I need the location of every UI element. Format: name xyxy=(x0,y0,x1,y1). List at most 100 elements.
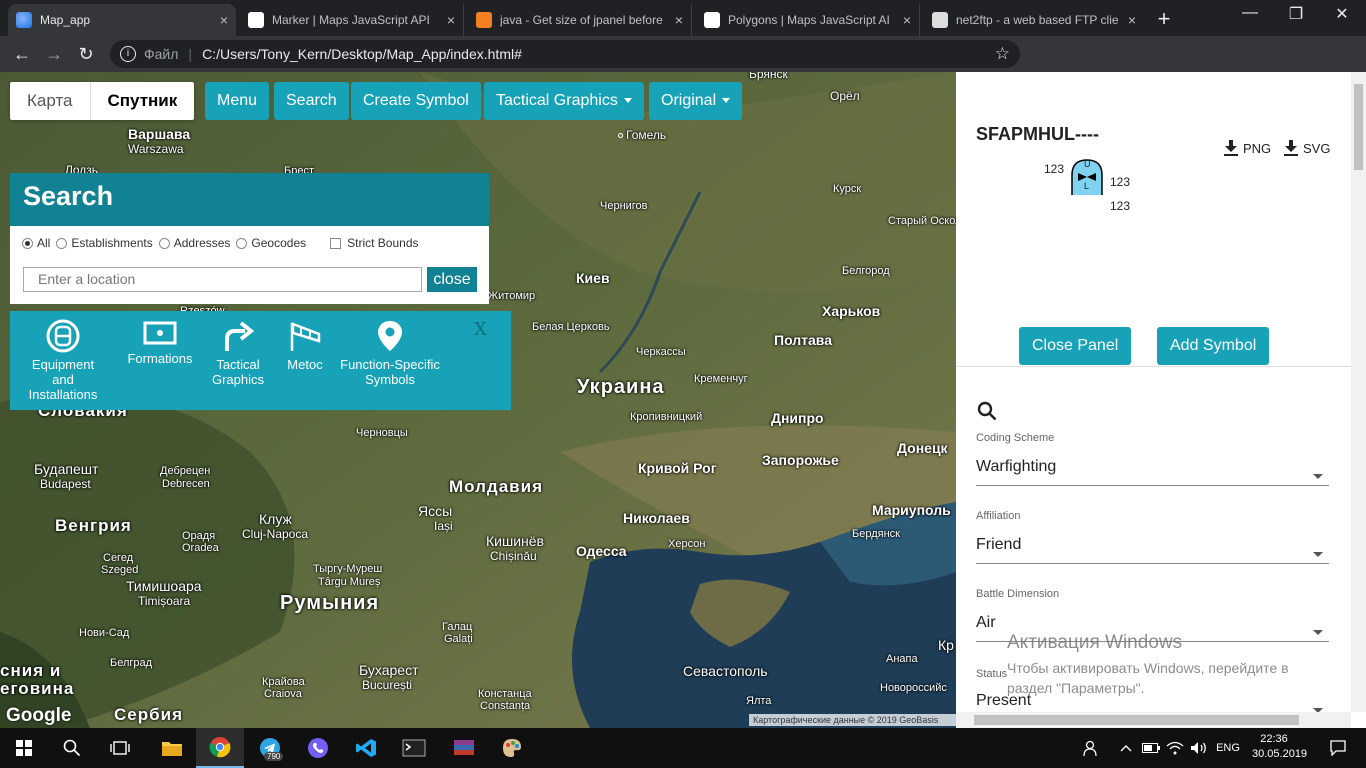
info-icon[interactable]: i xyxy=(120,46,136,62)
symbol-modifier-right: 123 xyxy=(1110,175,1131,189)
minimize-icon[interactable]: — xyxy=(1230,4,1270,22)
viber-icon[interactable] xyxy=(294,728,342,768)
place-label: Запорожье xyxy=(762,452,839,468)
tab-polygons[interactable]: Polygons | Maps JavaScript AI × xyxy=(696,4,920,36)
google-logo: Google xyxy=(6,705,72,726)
tab-marker[interactable]: Marker | Maps JavaScript API × xyxy=(240,4,464,36)
scrollbar-thumb[interactable] xyxy=(974,715,1299,725)
checkbox-icon[interactable] xyxy=(330,237,342,249)
map-type-roadmap-button[interactable]: Карта xyxy=(10,82,90,120)
tab-net2ftp[interactable]: net2ftp - a web based FTP clie × xyxy=(924,4,1144,36)
place-label: Galați xyxy=(444,633,473,645)
menu-item-tactical-graphics[interactable]: Tactical Graphics xyxy=(206,319,270,387)
vertical-scrollbar[interactable] xyxy=(1351,72,1366,712)
close-tab-icon[interactable]: × xyxy=(675,12,683,28)
strict-bounds-checkbox[interactable]: Strict Bounds xyxy=(330,236,419,250)
search-type-all[interactable]: All xyxy=(22,236,50,250)
volume-icon[interactable] xyxy=(1188,728,1210,768)
scrollbar-thumb[interactable] xyxy=(1354,84,1363,170)
place-label: Iași xyxy=(434,519,453,533)
menu-item-equipment[interactable]: Equipment and Installations xyxy=(20,319,106,402)
search-type-geocodes[interactable]: Geocodes xyxy=(236,236,306,250)
location-input[interactable]: Enter a location xyxy=(23,267,422,292)
close-search-button[interactable]: close xyxy=(427,267,477,292)
create-symbol-button[interactable]: Create Symbol xyxy=(351,82,481,120)
download-png-button[interactable]: PNG xyxy=(1224,140,1271,156)
menu-item-function-specific[interactable]: Function-Specific Symbols xyxy=(338,319,442,387)
place-label: Târgu Mureș xyxy=(318,576,381,588)
reload-icon[interactable]: ↻ xyxy=(74,42,98,66)
vscode-icon[interactable] xyxy=(342,728,390,768)
search-button[interactable]: Search xyxy=(274,82,349,120)
close-tab-icon[interactable]: × xyxy=(220,12,228,28)
close-window-icon[interactable]: ✕ xyxy=(1322,4,1362,24)
restore-icon[interactable]: ❐ xyxy=(1276,4,1316,24)
chrome-icon[interactable] xyxy=(196,728,244,768)
globe-icon xyxy=(16,12,32,28)
search-type-addresses[interactable]: Addresses xyxy=(158,236,230,250)
notifications-icon[interactable] xyxy=(1318,728,1358,768)
place-label: Одесса xyxy=(576,543,627,559)
paint-icon[interactable] xyxy=(488,728,536,768)
map-attribution[interactable]: Картографические данные © 2019 GeoBasis xyxy=(749,714,956,726)
telegram-icon[interactable]: 790 xyxy=(246,728,294,768)
chevron-up-icon[interactable] xyxy=(1116,728,1136,768)
map-canvas[interactable]: Брянск Орёл Варшава Warszawa Гомель Лодз… xyxy=(0,72,956,728)
tab-title: Map_app xyxy=(40,13,91,27)
browser-tab-strip: Map_app × Marker | Maps JavaScript API ×… xyxy=(0,0,1366,36)
search-icon[interactable] xyxy=(48,728,96,768)
place-label: Орёл xyxy=(830,89,860,103)
download-svg-button[interactable]: SVG xyxy=(1284,140,1330,156)
place-label: Донецк xyxy=(897,440,948,456)
menu-button[interactable]: Menu xyxy=(205,82,270,120)
horizontal-scrollbar[interactable] xyxy=(956,712,1351,728)
close-tab-icon[interactable]: × xyxy=(903,12,911,28)
country-label: Молдавия xyxy=(449,477,543,496)
map-type-satellite-button[interactable]: Спутник xyxy=(89,82,195,120)
address-bar[interactable]: i Файл | C:/Users/Tony_Kern/Desktop/Map_… xyxy=(110,40,1020,68)
close-menu-icon[interactable]: X xyxy=(474,319,487,340)
terminal-icon[interactable] xyxy=(390,728,438,768)
windows-start-icon[interactable] xyxy=(0,728,48,768)
bookmark-star-icon[interactable]: ☆ xyxy=(995,44,1010,64)
place-label: Кр xyxy=(938,637,954,653)
search-icon[interactable] xyxy=(977,401,997,421)
back-icon[interactable]: ← xyxy=(10,42,34,66)
place-label: Харьков xyxy=(822,303,881,319)
download-icon xyxy=(1224,140,1238,156)
task-view-icon[interactable] xyxy=(96,728,144,768)
place-label: Курск xyxy=(833,183,862,195)
language-indicator[interactable]: ENG xyxy=(1210,728,1246,768)
wifi-icon[interactable] xyxy=(1164,728,1186,768)
close-tab-icon[interactable]: × xyxy=(447,12,455,28)
file-explorer-icon[interactable] xyxy=(148,728,196,768)
winrar-icon[interactable] xyxy=(440,728,488,768)
place-label: Кривой Рог xyxy=(638,460,717,476)
chevron-down-icon xyxy=(1313,552,1323,557)
radio-icon[interactable] xyxy=(56,237,68,249)
tactical-graphics-dropdown[interactable]: Tactical Graphics xyxy=(484,82,644,120)
field-label: Coding Scheme xyxy=(976,432,1055,444)
tab-map-app[interactable]: Map_app × xyxy=(8,4,236,36)
close-panel-button[interactable]: Close Panel xyxy=(1019,327,1132,365)
tab-java[interactable]: java - Get size of jpanel before × xyxy=(468,4,692,36)
add-symbol-button[interactable]: Add Symbol xyxy=(1157,327,1270,365)
symbol-glyph-bottom: L xyxy=(1084,181,1090,191)
people-icon[interactable] xyxy=(1080,728,1104,768)
place-label: Craiova xyxy=(264,688,302,700)
clock[interactable]: 22:36 30.05.2019 xyxy=(1252,732,1307,762)
menu-item-metoc[interactable]: Metoc xyxy=(280,319,330,372)
radio-icon[interactable] xyxy=(236,237,248,249)
battery-icon[interactable] xyxy=(1140,728,1162,768)
tab-title: java - Get size of jpanel before xyxy=(500,13,663,27)
search-type-establishments[interactable]: Establishments xyxy=(56,236,153,250)
forward-icon[interactable]: → xyxy=(42,42,66,66)
menu-item-formations[interactable]: Formations xyxy=(123,319,197,366)
close-tab-icon[interactable]: × xyxy=(1128,12,1136,28)
field-value: Air xyxy=(976,614,996,631)
radio-icon[interactable] xyxy=(22,237,33,249)
radio-icon[interactable] xyxy=(158,237,170,249)
new-tab-button[interactable]: + xyxy=(1152,6,1176,32)
original-dropdown[interactable]: Original xyxy=(649,82,743,120)
place-label: Кременчуг xyxy=(694,373,748,385)
